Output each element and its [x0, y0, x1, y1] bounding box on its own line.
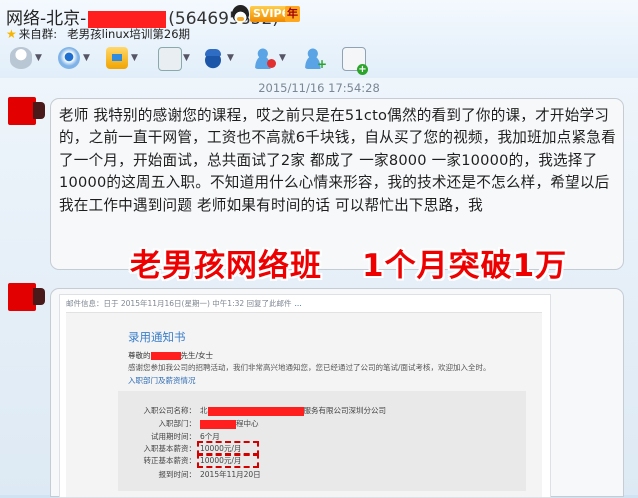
- promo-overlay-text: 老男孩网络班 1个月突破1万: [130, 240, 567, 285]
- voice-call-button[interactable]: ▼: [6, 44, 46, 76]
- source-label: 来自群:: [18, 27, 58, 41]
- source-group-row: ★ 来自群: 老男孩linux培训第26期: [6, 26, 190, 42]
- chevron-down-icon[interactable]: ▼: [279, 53, 286, 63]
- remove-user-icon: [254, 47, 276, 69]
- redaction-block: [88, 10, 167, 28]
- chat-window-header: 网络-北京- (564695852) SVIP6 年 ★ 来自群: 老男孩linux培…: [0, 0, 638, 78]
- highlight-box: [197, 453, 259, 468]
- add-chat-icon: [342, 47, 368, 75]
- grad-cap-icon: [202, 47, 224, 69]
- chat-history[interactable]: 2015/11/16 17:54:28 老师 我特别的感谢您的课程，哎之前只是在…: [0, 78, 638, 498]
- detail-row: 入职公司名称： 北 服务有限公司深圳分公司: [118, 405, 518, 417]
- year-badge[interactable]: 年: [285, 6, 300, 22]
- offer-details: 入职公司名称： 北 服务有限公司深圳分公司 入职部门： 程中心 试用期时间： 6个…: [118, 391, 526, 491]
- mail-body: 录用通知书 尊敬的 先生/女士 感谢您参加我公司的招聘活动，我们非常高兴地通知您，…: [66, 312, 542, 497]
- detail-label: 入职基本薪资：: [143, 444, 197, 453]
- avatar[interactable]: [8, 283, 45, 311]
- qq-penguin-icon: [232, 5, 249, 23]
- microphone-icon: [10, 47, 32, 69]
- screen-icon: [158, 47, 182, 71]
- chevron-down-icon[interactable]: ▼: [35, 53, 42, 63]
- redaction-block: [200, 419, 236, 429]
- overlay-left: 老男孩网络班: [130, 248, 322, 284]
- greeting-suffix: 先生/女士: [180, 351, 214, 360]
- redaction-block: [150, 352, 181, 360]
- star-icon: ★: [6, 27, 17, 41]
- detail-label: 转正基本薪资：: [143, 456, 197, 465]
- add-user-icon: [304, 47, 327, 71]
- create-discussion-button[interactable]: [338, 44, 378, 76]
- message-timestamp: 2015/11/16 17:54:28: [258, 81, 380, 95]
- send-file-button[interactable]: ▼: [102, 44, 142, 76]
- detail-row: 入职部门： 程中心: [118, 418, 518, 430]
- camera-icon: [58, 47, 80, 69]
- source-group-name[interactable]: 老男孩linux培训第26期: [67, 27, 190, 41]
- greeting-prefix: 尊敬的: [128, 351, 151, 360]
- detail-row: 试用期时间： 6个月: [118, 431, 518, 443]
- video-call-button[interactable]: ▼: [54, 44, 94, 76]
- detail-value-suffix: 服务有限公司深圳分公司: [303, 406, 387, 415]
- detail-label: 入职公司名称：: [143, 406, 197, 415]
- chevron-down-icon[interactable]: ▼: [83, 53, 90, 63]
- chevron-down-icon[interactable]: ▼: [183, 53, 190, 63]
- intro-text: 感谢您参加我公司的招聘活动，我们非常高兴地通知您，您已经通过了公司的笔试/面试考…: [128, 363, 491, 372]
- chevron-down-icon[interactable]: ▼: [227, 53, 234, 63]
- add-friend-button[interactable]: [300, 44, 340, 76]
- image-message-bubble[interactable]: 邮件信息：日于 2015年11月16日(星期一) 中午1:32 回复了此邮件..…: [50, 288, 624, 498]
- detail-label: 试用期时间：: [151, 432, 196, 441]
- letter-title: 录用通知书: [128, 330, 186, 344]
- chevron-down-icon[interactable]: ▼: [131, 53, 138, 63]
- detail-value: 程中心: [200, 418, 259, 429]
- greeting: 尊敬的 先生/女士: [128, 350, 213, 361]
- detail-value-suffix: 程中心: [236, 419, 259, 428]
- mail-meta-text: 邮件信息：日于 2015年11月16日(星期一) 中午1:32 回复了此邮件: [66, 299, 292, 308]
- share-folder-icon: [106, 47, 128, 69]
- detail-value-prefix: 北: [200, 406, 208, 415]
- mail-meta-tail: ...: [294, 299, 302, 308]
- detail-label: 入职部门：: [158, 419, 197, 428]
- detail-row: 转正基本薪资： 10000元/月: [118, 455, 518, 467]
- remove-friend-button[interactable]: ▼: [250, 44, 290, 76]
- overlay-right: 1个月突破1万: [362, 248, 568, 284]
- detail-value: 北 服务有限公司深圳分公司: [200, 405, 386, 416]
- mail-meta: 邮件信息：日于 2015年11月16日(星期一) 中午1:32 回复了此邮件..…: [66, 298, 302, 309]
- section-heading: 入职部门及薪资情况: [128, 376, 196, 385]
- detail-label: 报到时间：: [158, 470, 197, 479]
- redaction-block: [207, 406, 304, 416]
- remote-screen-button[interactable]: ▼: [154, 44, 194, 76]
- chat-toolbar: ▼ ▼ ▼ ▼ ▼ ▼: [6, 44, 386, 76]
- detail-row: 入职基本薪资： 10000元/月: [118, 443, 518, 455]
- message-text: 老师 我特别的感谢您的课程，哎之前只是在51cto偶然的看到了你的课，才开始学习…: [59, 107, 616, 214]
- offer-letter-screenshot[interactable]: 邮件信息：日于 2015年11月16日(星期一) 中午1:32 回复了此邮件..…: [59, 294, 551, 498]
- detail-row: 报到时间： 2015年11月20日: [118, 469, 518, 481]
- apps-button[interactable]: ▼: [198, 44, 238, 76]
- detail-value: 2015年11月20日: [200, 470, 261, 479]
- avatar[interactable]: [8, 97, 45, 125]
